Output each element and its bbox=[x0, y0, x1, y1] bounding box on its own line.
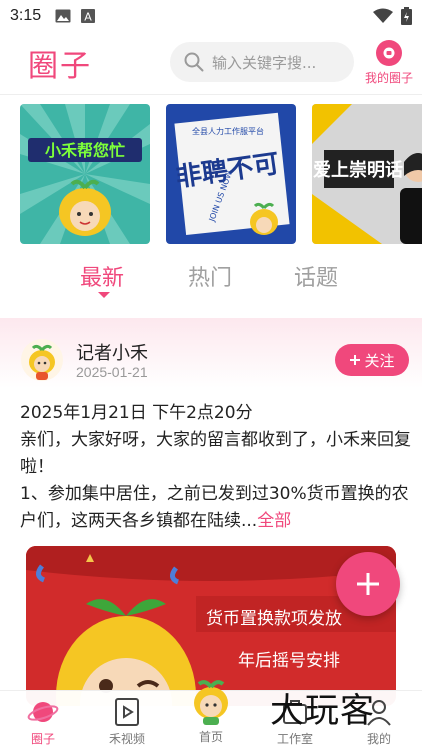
tab-topics[interactable]: 话题 bbox=[294, 260, 338, 292]
tab-active-indicator bbox=[98, 292, 110, 298]
feed-tabs: 最新 热门 话题 bbox=[0, 256, 422, 306]
font-a-icon: A bbox=[81, 9, 96, 24]
tab-hot[interactable]: 热门 bbox=[188, 260, 232, 292]
post-body[interactable]: 2025年1月21日 下午2点20分 亲们，大家好呀，大家的留言都收到了，小禾来… bbox=[20, 400, 412, 535]
search-icon bbox=[184, 52, 204, 72]
status-time: 3:15 bbox=[10, 7, 42, 24]
watermark: 大玩客 bbox=[270, 684, 410, 731]
banner-help-title: 小禾帮您忙 bbox=[45, 141, 125, 160]
post-text-body2-content: 1、参加集中居住，之前已发到过30%货币置换的农户们，这两天各乡镇都在陆续... bbox=[20, 484, 409, 531]
post-text-body: 亲们，大家好呀，大家的留言都收到了，小禾来回复啦！ bbox=[20, 430, 411, 477]
my-circle-icon bbox=[376, 40, 402, 66]
banner-dialect[interactable]: 爱上崇明话 bbox=[312, 104, 422, 244]
nav-item-video[interactable]: 禾视频 bbox=[92, 697, 162, 747]
plus-icon bbox=[350, 355, 361, 365]
banner-dialect-title: 爱上崇明话 bbox=[313, 159, 403, 181]
author-avatar[interactable] bbox=[20, 338, 64, 382]
follow-label: 关注 bbox=[364, 351, 395, 370]
create-post-button[interactable] bbox=[336, 552, 400, 616]
nav-item-home[interactable]: 首页 bbox=[176, 677, 246, 745]
search-placeholder: 输入关键字搜... bbox=[212, 53, 317, 72]
nav-label-video: 禾视频 bbox=[108, 732, 145, 746]
tab-latest[interactable]: 最新 bbox=[80, 260, 124, 292]
my-circle-button[interactable]: 我的圈子 bbox=[360, 40, 418, 86]
banner-recruit[interactable]: 全县人力工作服平台 非聘不可 JOIN US NOW bbox=[166, 104, 296, 244]
app-screen: 3:15 A 圈子 输入关键字搜... 我的圈子 小禾帮您忙 全县人力工作服平台… bbox=[0, 0, 422, 750]
battery-icon bbox=[401, 7, 412, 25]
nav-label-profile: 我的 bbox=[366, 732, 391, 746]
nav-item-circle[interactable]: 圈子 bbox=[8, 697, 78, 747]
gallery-icon bbox=[55, 9, 71, 23]
post-image-caption-2: 年后摇号安排 bbox=[238, 651, 340, 671]
search-input[interactable]: 输入关键字搜... bbox=[170, 42, 354, 82]
follow-button[interactable]: 关注 bbox=[335, 344, 409, 376]
banner-recruit-subtitle: 全县人力工作服平台 bbox=[192, 126, 264, 136]
video-icon bbox=[115, 698, 139, 726]
post-image-caption-1: 货币置换款项发放 bbox=[206, 609, 342, 629]
status-bar: 3:15 A bbox=[0, 0, 422, 32]
banner-carousel[interactable]: 小禾帮您忙 全县人力工作服平台 非聘不可 JOIN US NOW 爱上崇明话 bbox=[20, 104, 422, 244]
header: 圈子 输入关键字搜... 我的圈子 bbox=[0, 32, 422, 94]
post-date: 2025-01-21 bbox=[76, 364, 148, 380]
expand-all-link[interactable]: 全部 bbox=[257, 511, 291, 531]
my-circle-label: 我的圈子 bbox=[364, 71, 413, 85]
nav-label-circle: 圈子 bbox=[30, 732, 55, 746]
plus-icon bbox=[357, 573, 379, 595]
header-divider bbox=[0, 94, 422, 95]
nav-label-studio: 工作室 bbox=[276, 732, 313, 746]
wifi-icon bbox=[373, 8, 393, 23]
watermark-text: 大玩客 bbox=[270, 690, 375, 731]
planet-icon bbox=[27, 702, 59, 722]
nav-label-home: 首页 bbox=[198, 730, 223, 744]
post-author-name[interactable]: 记者小禾 bbox=[76, 339, 148, 365]
home-mascot-icon bbox=[194, 680, 228, 725]
svg-text:A: A bbox=[84, 11, 92, 24]
post-text-line1: 2025年1月21日 下午2点20分 bbox=[20, 403, 253, 423]
page-title: 圈子 bbox=[28, 49, 92, 84]
post-text-body2: 1、参加集中居住，之前已发到过30%货币置换的农户们，这两天各乡镇都在陆续...… bbox=[20, 481, 412, 535]
banner-help[interactable]: 小禾帮您忙 bbox=[20, 104, 150, 244]
